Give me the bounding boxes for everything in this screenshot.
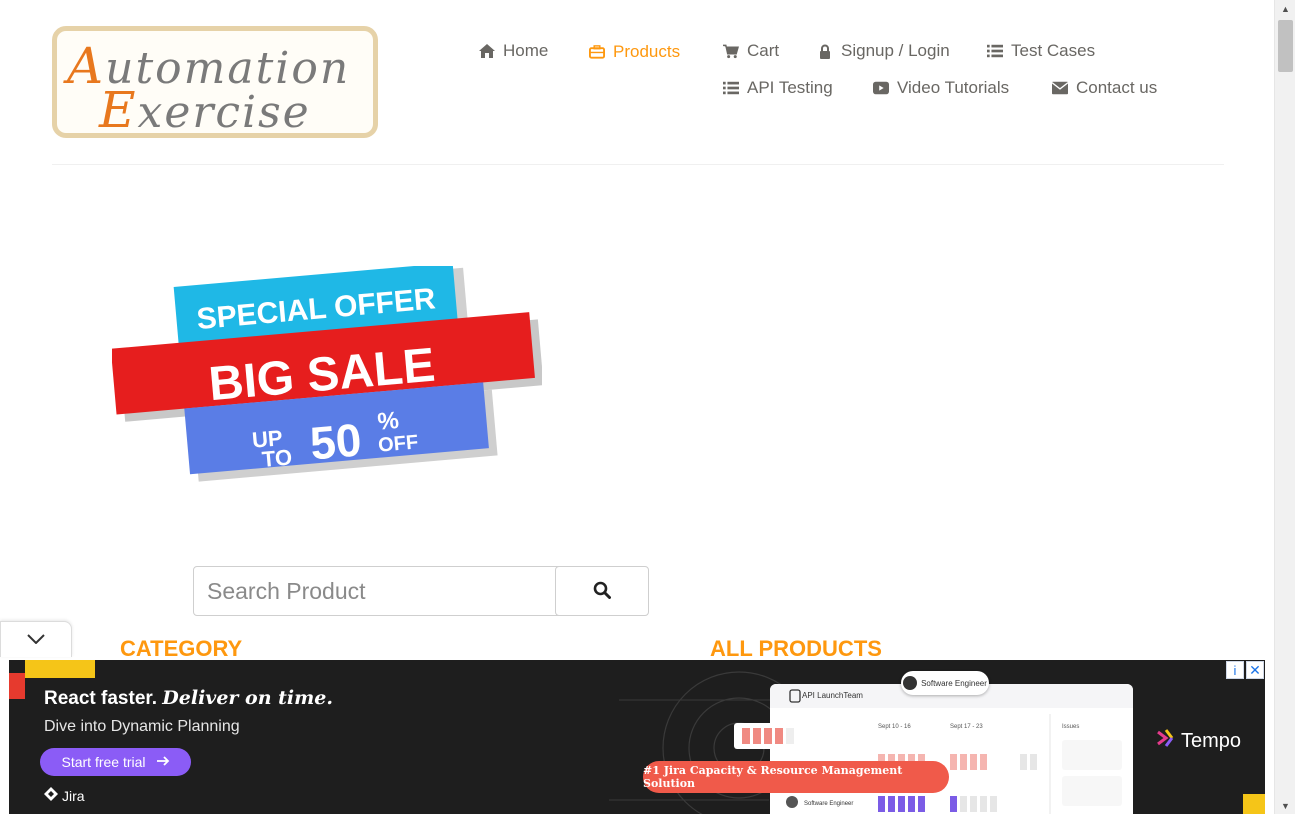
nav-signup-login-label: Signup / Login: [841, 41, 950, 60]
list-icon: [723, 80, 739, 96]
nav-home-label: Home: [503, 41, 549, 60]
banner-percent-text: 50: [308, 413, 364, 469]
tempo-icon: [1156, 728, 1176, 754]
ad-subline: Dive into Dynamic Planning: [44, 718, 240, 735]
svg-text:Software Engineer: Software Engineer: [804, 801, 853, 807]
scroll-down-arrow-icon[interactable]: ▼: [1275, 797, 1295, 814]
site-header: Automation Exercise Home Products Cart S…: [0, 0, 1274, 165]
page-scrollbar[interactable]: ▲ ▼: [1274, 0, 1295, 814]
site-logo[interactable]: Automation Exercise: [52, 26, 378, 139]
ad-claim-badge: #1 Jira Capacity & Resource Management S…: [643, 761, 949, 793]
nav-home[interactable]: Home: [479, 41, 548, 61]
ad-app-screenshot: API LaunchTeam Sept 10 - 16 Sept 17 - 23…: [770, 684, 1133, 814]
ad-role-pill: Software Engineer: [901, 671, 989, 695]
ad-start-free-trial-button[interactable]: Start free trial: [40, 748, 191, 776]
nav-cart[interactable]: Cart: [723, 41, 779, 61]
cart-icon: [723, 43, 739, 59]
ad-highlight-card: [734, 723, 802, 749]
nav-cart-label: Cart: [747, 41, 780, 60]
ad-jira-logo: Jira: [44, 787, 85, 804]
ad-info-icon[interactable]: i: [1226, 661, 1244, 679]
svg-text:Issues: Issues: [1062, 724, 1079, 730]
nav-api-testing-label: API Testing: [747, 78, 833, 97]
youtube-play-icon: [873, 80, 889, 96]
arrow-right-icon: [156, 754, 170, 770]
envelope-icon: [1052, 80, 1068, 96]
search-product-input[interactable]: [193, 566, 559, 616]
nav-video-tutorials[interactable]: Video Tutorials: [873, 78, 1009, 98]
jira-icon: [44, 787, 58, 804]
banner-to-text: TO: [261, 444, 293, 472]
nav-contact-us-label: Contact us: [1076, 78, 1158, 97]
logo-text: xercise: [137, 87, 311, 138]
nav-test-cases-label: Test Cases: [1011, 41, 1096, 60]
special-offer-banner: SPECIAL OFFER BIG SALE UP TO 50 % OFF: [112, 266, 542, 482]
banner-off-text: OFF: [377, 431, 419, 456]
nav-test-cases[interactable]: Test Cases: [987, 41, 1095, 61]
header-divider: [52, 164, 1224, 165]
svg-text:Sept 17 - 23: Sept 17 - 23: [950, 724, 983, 730]
nav-products[interactable]: Products: [589, 42, 680, 62]
list-icon: [987, 43, 1003, 59]
nav-signup-login[interactable]: Signup / Login: [817, 41, 950, 61]
chevron-down-icon: [27, 631, 45, 649]
lock-icon: [817, 43, 833, 59]
nav-contact-us[interactable]: Contact us: [1052, 78, 1157, 98]
ad-collapse-toggle[interactable]: [0, 621, 72, 657]
advertisement-banner[interactable]: React faster. Deliver on time. Dive into…: [9, 660, 1265, 814]
home-icon: [479, 43, 495, 59]
scroll-up-arrow-icon[interactable]: ▲: [1275, 0, 1295, 17]
ad-tempo-logo: Tempo: [1156, 728, 1241, 754]
briefcase-icon: [589, 44, 605, 60]
banner-percent-sign: %: [376, 407, 400, 436]
search-button[interactable]: [555, 566, 649, 616]
scrollbar-thumb[interactable]: [1278, 20, 1293, 72]
svg-text:Sept 10 - 16: Sept 10 - 16: [878, 724, 911, 730]
nav-video-tutorials-label: Video Tutorials: [897, 78, 1010, 97]
nav-products-label: Products: [613, 42, 681, 61]
nav-api-testing[interactable]: API Testing: [723, 78, 833, 98]
search-icon: [593, 581, 611, 602]
avatar: [903, 676, 918, 690]
ad-close-icon[interactable]: ✕: [1246, 661, 1264, 679]
ad-headline: React faster. Deliver on time.: [44, 687, 333, 709]
logo-text: E: [99, 81, 138, 139]
